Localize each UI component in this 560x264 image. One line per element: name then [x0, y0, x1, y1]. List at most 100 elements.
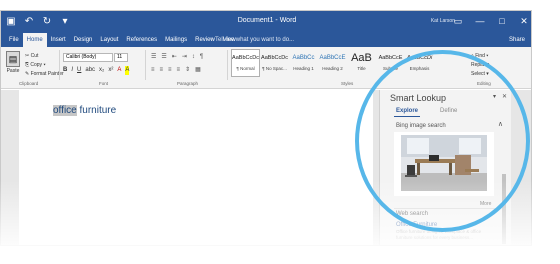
web-search-header: Web search — [396, 211, 428, 217]
pane-close-icon[interactable]: ✕ — [502, 92, 507, 102]
tab-insert[interactable]: Insert — [47, 33, 70, 47]
align-right-icon[interactable]: ≡ — [168, 66, 172, 75]
find-button[interactable]: ⌕ Find ▾ — [471, 52, 489, 61]
maximize-icon[interactable]: □ — [497, 14, 507, 28]
tab-explore[interactable]: Explore — [396, 107, 418, 115]
style-sample: AaBbCcDc — [232, 55, 259, 61]
collapse-section-icon[interactable]: ∧ — [498, 121, 503, 129]
numbering-icon[interactable]: ☰ — [161, 53, 166, 62]
style-heading-1[interactable]: AaBbCc Heading 1 — [289, 49, 318, 77]
style-sample: AaBbCcDi — [406, 55, 433, 61]
pane-scrollbar[interactable] — [502, 174, 506, 244]
style-no-spacing[interactable]: AaBbCcDc ¶ No Spac... — [260, 49, 289, 77]
pane-options-icon[interactable]: ▾ — [493, 92, 496, 102]
style-subtitle[interactable]: AaBbCcE Subtitle — [376, 49, 405, 77]
tab-define[interactable]: Define — [440, 107, 457, 115]
style-name: Heading 1 — [293, 66, 314, 71]
style-name: ¶ Normal — [236, 66, 255, 71]
cut-button[interactable]: ✂ Cut — [25, 52, 64, 61]
document-area: office furniture Smart Lookup ▾ ✕ Explor… — [1, 90, 531, 245]
paragraph-row-1: ☰ ☰ ⇤ ⇥ ↕ ¶ — [151, 53, 203, 62]
align-center-icon[interactable]: ≡ — [160, 66, 164, 75]
window-controls: ▭ — □ ✕ — [453, 14, 529, 28]
active-tab-indicator — [394, 116, 420, 117]
office-furniture-image[interactable] — [401, 135, 487, 191]
style-name: Heading 2 — [322, 66, 343, 71]
editing-group: ⌕ Find ▾ Replace Select ▾ — [471, 52, 489, 79]
style-emphasis[interactable]: AaBbCcDi Emphasis — [405, 49, 434, 77]
justify-icon[interactable]: ≡ — [177, 66, 181, 75]
group-label-editing: Editing — [477, 81, 491, 86]
style-sample: AaBbCcE — [319, 55, 346, 61]
more-images-link[interactable]: More — [480, 201, 491, 208]
smart-lookup-tabs: Explore Define — [396, 107, 457, 115]
decrease-indent-icon[interactable]: ⇤ — [172, 53, 177, 62]
group-label-clipboard: Clipboard — [19, 81, 39, 86]
paste-button[interactable]: ▤ Paste — [5, 51, 21, 75]
clipboard-icon: ▤ — [6, 51, 20, 67]
section-divider — [394, 208, 500, 209]
increase-indent-icon[interactable]: ⇥ — [182, 53, 187, 62]
copy-button[interactable]: ⎘ Copy ▾ — [25, 61, 64, 70]
font-color-button[interactable]: A — [117, 66, 121, 75]
superscript-button[interactable]: x² — [108, 66, 113, 75]
minimize-icon[interactable]: — — [475, 14, 485, 28]
align-left-icon[interactable]: ≡ — [151, 66, 155, 75]
italic-button[interactable]: I — [71, 66, 73, 75]
ribbon-home: ▤ Paste ✂ Cut ⎘ Copy ▾ ✎ Format Painter … — [1, 47, 531, 89]
tab-mailings[interactable]: Mailings — [161, 33, 191, 47]
web-result-snippet: Office furniture designs, workplace & of… — [396, 229, 482, 240]
strikethrough-button[interactable]: abc — [85, 66, 95, 75]
document-text[interactable]: office furniture — [53, 104, 116, 117]
web-result-title[interactable]: Office Furniture — [396, 221, 437, 229]
selected-text[interactable]: office — [53, 105, 77, 116]
borders-icon[interactable]: ▦ — [195, 66, 201, 75]
style-sample: AaBbCc — [292, 55, 315, 61]
tab-layout[interactable]: Layout — [96, 33, 122, 47]
style-name: ¶ No Spac... — [262, 66, 287, 71]
font-size-select[interactable]: 11 — [114, 53, 128, 62]
tab-file[interactable]: File — [5, 33, 23, 47]
ribbon-tab-bar: File Home Insert Design Layout Reference… — [1, 33, 531, 47]
style-sample: AaB — [351, 52, 372, 64]
replace-button[interactable]: Replace — [471, 61, 489, 70]
user-name[interactable]: Kat Larson — [431, 17, 455, 25]
font-format-buttons: B I U abc x₂ x² A A — [63, 66, 130, 75]
style-title[interactable]: AaB Title — [347, 49, 376, 77]
subscript-button[interactable]: x₂ — [99, 66, 104, 75]
tab-home[interactable]: Home — [22, 33, 47, 47]
format-painter-button[interactable]: ✎ Format Painter — [25, 70, 64, 79]
group-divider — [227, 50, 228, 80]
style-sample: AaBbCcDc — [261, 55, 288, 61]
body-text[interactable]: furniture — [77, 105, 117, 116]
style-heading-2[interactable]: AaBbCcE Heading 2 — [318, 49, 347, 77]
smart-lookup-pane: Smart Lookup ▾ ✕ Explore Define Bing ima… — [379, 90, 511, 245]
paste-label: Paste — [6, 68, 20, 74]
tell-me-search[interactable]: ♀ Tell me what you want to do... — [209, 33, 294, 47]
tab-references[interactable]: References — [122, 33, 161, 47]
ribbon-display-icon[interactable]: ▭ — [453, 14, 463, 28]
underline-button[interactable]: U — [77, 66, 81, 75]
select-button[interactable]: Select ▾ — [471, 70, 489, 79]
close-icon[interactable]: ✕ — [519, 14, 529, 28]
bing-image-search-header: Bing image search — [396, 123, 446, 129]
paragraph-row-2: ≡ ≡ ≡ ≡ ⇕ ▦ — [151, 66, 201, 75]
share-button[interactable]: Share — [509, 33, 525, 47]
styles-gallery: AaBbCcDc ¶ Normal AaBbCcDc ¶ No Spac... … — [231, 49, 434, 77]
group-divider — [59, 50, 60, 80]
sort-icon[interactable]: ↕ — [192, 53, 195, 62]
ribbon-group-labels: Clipboard Font Paragraph Styles Editing — [1, 80, 531, 88]
image-result-card[interactable] — [394, 132, 494, 196]
highlight-color-button[interactable]: A — [125, 66, 130, 75]
pane-controls: ▾ ✕ — [493, 92, 507, 102]
group-divider — [145, 50, 146, 80]
style-normal[interactable]: AaBbCcDc ¶ Normal — [231, 49, 260, 77]
tab-design[interactable]: Design — [70, 33, 97, 47]
font-name-select[interactable]: Calibri (Body) — [63, 53, 113, 62]
line-spacing-icon[interactable]: ⇕ — [185, 66, 190, 75]
document-page[interactable]: office furniture — [19, 90, 373, 245]
bold-button[interactable]: B — [63, 66, 67, 75]
bullets-icon[interactable]: ☰ — [151, 53, 156, 62]
style-name: Title — [357, 66, 366, 71]
show-marks-icon[interactable]: ¶ — [200, 53, 203, 62]
